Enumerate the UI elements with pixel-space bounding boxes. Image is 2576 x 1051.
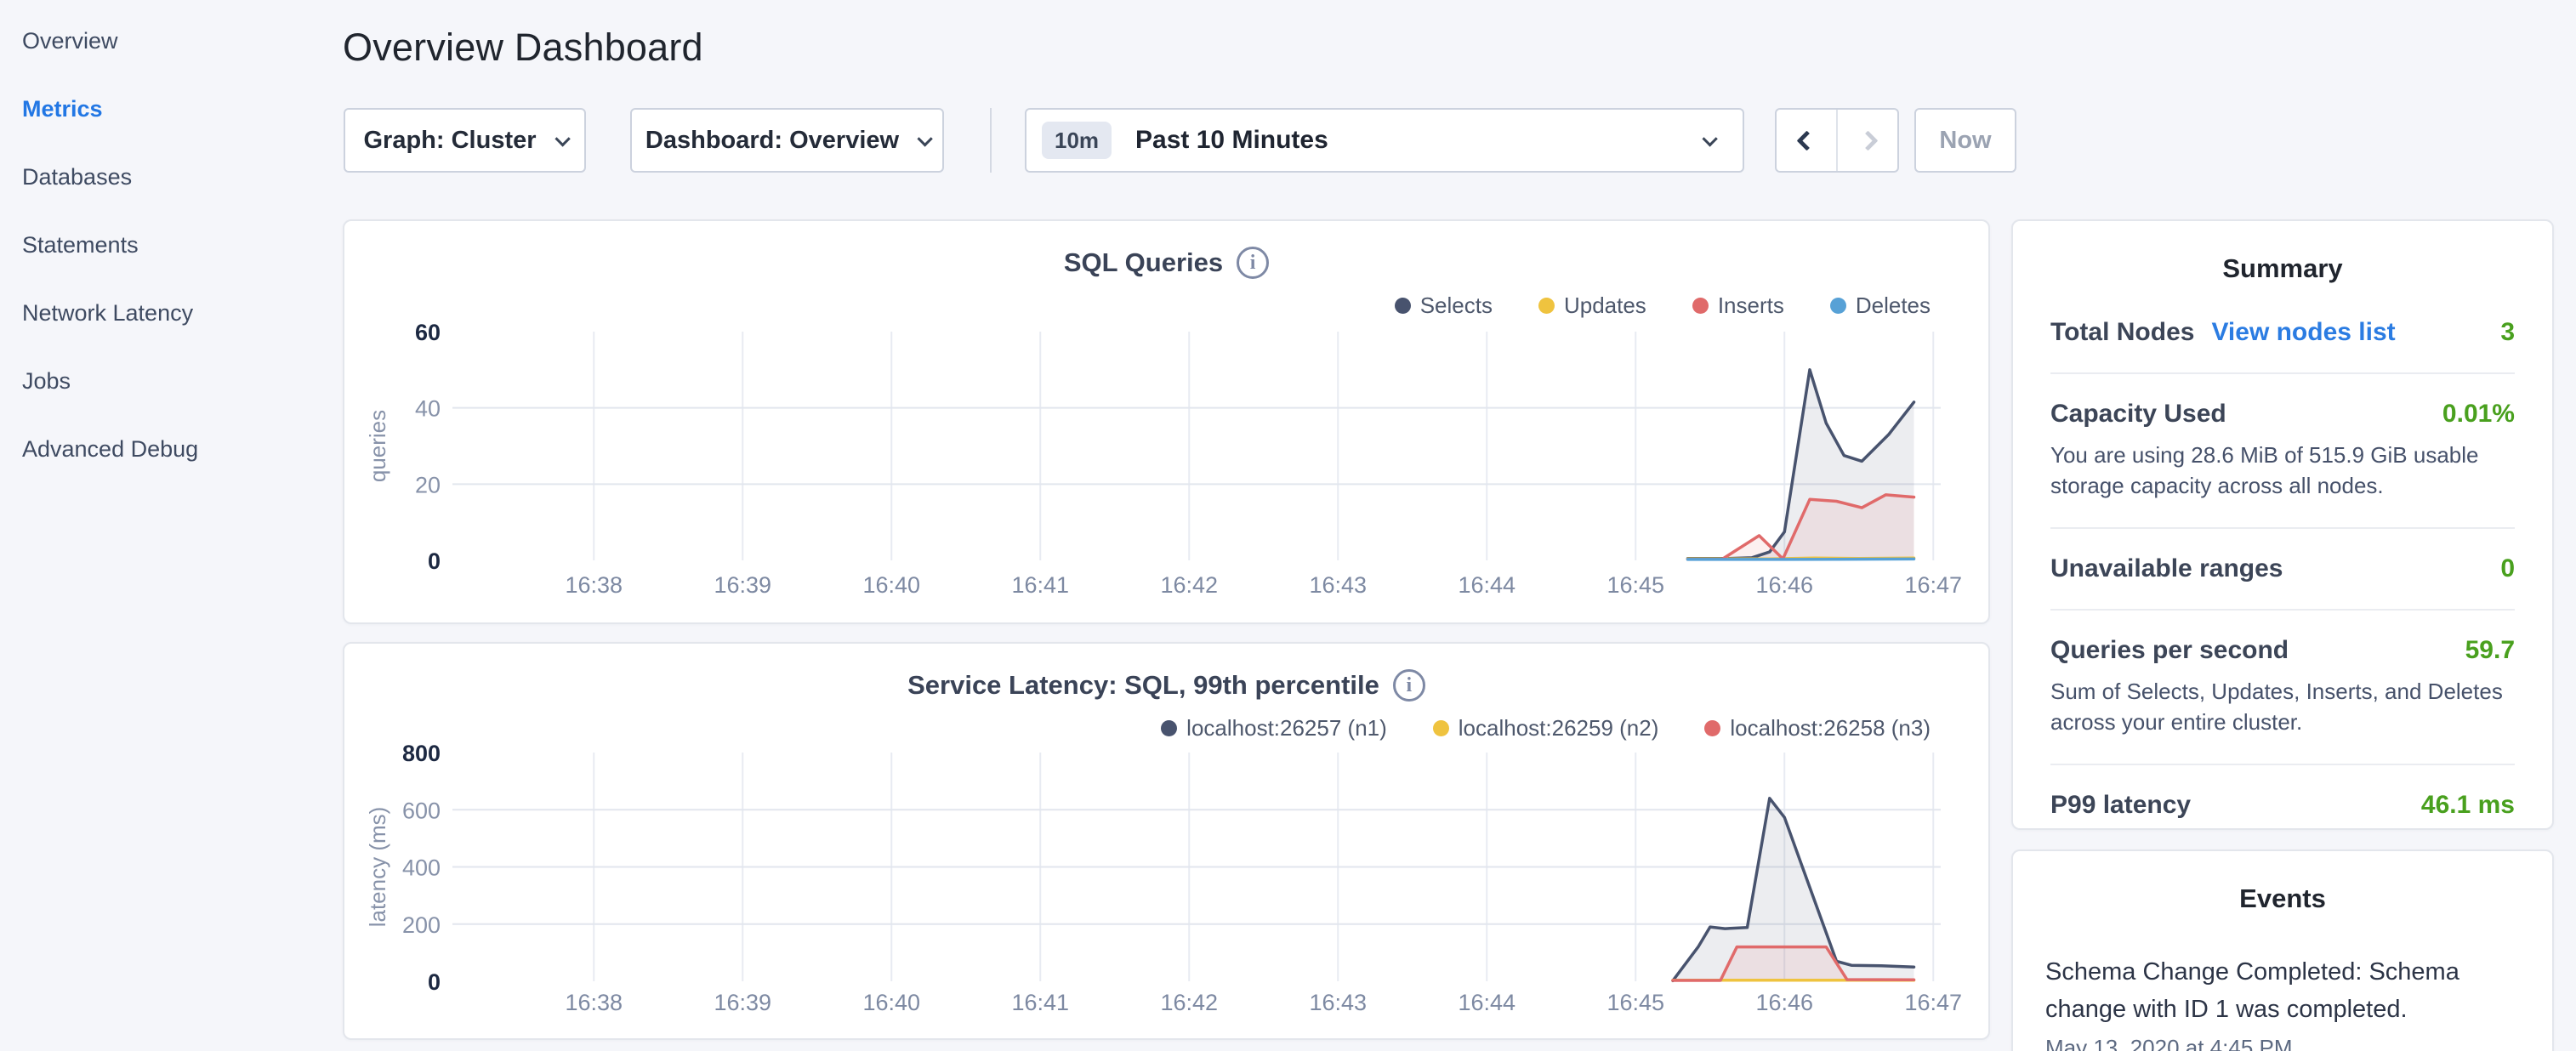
summary-row-queries-per-second: Queries per second 59.7 Sum of Selects, Up…: [2050, 611, 2515, 765]
sidebar: OverviewMetricsDatabasesStatementsNetwor…: [0, 0, 340, 1051]
controls-row: Graph: Cluster Dashboard: Overview 10m P…: [343, 108, 2044, 173]
now-button-label: Now: [1939, 127, 1991, 155]
x-tick-label: 16:43: [1309, 990, 1367, 1015]
y-tick-label: 800: [402, 741, 441, 766]
x-tick-label: 16:42: [1160, 990, 1218, 1015]
sql-queries-chart-plot[interactable]: 0 20 40 60 queries 16:38 16:39 16:40 16:41 16:42 1…: [344, 221, 1988, 622]
x-tick-label: 16:44: [1458, 990, 1515, 1015]
graph-dropdown[interactable]: Graph: Cluster: [344, 108, 586, 173]
summary-panel: Summary Total Nodes View nodes list 3 Capac…: [2011, 219, 2554, 830]
time-range-dropdown[interactable]: 10m Past 10 Minutes: [1025, 108, 1744, 173]
now-button[interactable]: Now: [1914, 108, 2016, 173]
service-latency-chart-plot[interactable]: 0 200 400 600 800 latency (ms) 16:38 16:39 16:40…: [344, 644, 1988, 1038]
dashboard-dropdown-label: Dashboard: Overview: [645, 127, 899, 155]
x-tick-label: 16:44: [1458, 572, 1515, 598]
summary-row-capacity-used: Capacity Used 0.01% You are using 28.6 MiB…: [2050, 374, 2515, 529]
x-tick-label: 16:39: [714, 990, 771, 1015]
y-axis-label: queries: [365, 410, 390, 482]
summary-row-label: Total Nodes: [2050, 318, 2194, 347]
events-panel: Events Schema Change Completed: Schema c…: [2011, 849, 2554, 1051]
x-tick-label: 16:46: [1755, 572, 1813, 598]
sidebar-item-metrics[interactable]: Metrics: [22, 75, 340, 143]
x-tick-label: 16:39: [714, 572, 771, 598]
dashboard-dropdown[interactable]: Dashboard: Overview: [630, 108, 944, 173]
y-axis-label: latency (ms): [365, 807, 390, 928]
graph-dropdown-label: Graph: Cluster: [363, 127, 536, 155]
x-tick-label: 16:46: [1755, 990, 1813, 1015]
summary-row-label: Unavailable ranges: [2050, 554, 2283, 583]
summary-title: Summary: [2050, 253, 2515, 284]
sidebar-item-overview[interactable]: Overview: [22, 7, 340, 75]
summary-row-value: 46.1 ms: [2421, 791, 2515, 820]
x-tick-label: 16:41: [1011, 990, 1069, 1015]
summary-row-description: You are using 28.6 MiB of 515.9 GiB usab…: [2050, 440, 2515, 502]
sidebar-item-network-latency[interactable]: Network Latency: [22, 279, 340, 347]
x-tick-label: 16:41: [1011, 572, 1069, 598]
y-tick-label: 600: [402, 798, 441, 823]
summary-row-value: 3: [2500, 318, 2515, 347]
summary-row-label: Queries per second: [2050, 636, 2289, 665]
y-tick-label: 20: [415, 472, 441, 497]
y-tick-label: 40: [415, 396, 441, 422]
time-step-buttons: [1775, 108, 1899, 173]
x-tick-label: 16:43: [1309, 572, 1367, 598]
sql-queries-chart-card: SQL Queries i SelectsUpdatesInsertsDelet…: [343, 219, 1990, 624]
x-tick-label: 16:42: [1160, 572, 1218, 598]
chevron-down-icon: [1702, 131, 1717, 146]
controls-divider: [990, 108, 992, 173]
x-tick-label: 16:38: [565, 572, 623, 598]
summary-row-label: P99 latency: [2050, 791, 2191, 820]
summary-row-description: Sum of Selects, Updates, Inserts, and De…: [2050, 677, 2515, 738]
event-message: Schema Change Completed: Schema change w…: [2045, 953, 2520, 1028]
x-tick-label: 16:45: [1606, 990, 1664, 1015]
time-step-forward-button[interactable]: [1836, 110, 1897, 171]
summary-row-label: Capacity Used: [2050, 400, 2226, 429]
summary-row-total-nodes: Total Nodes View nodes list 3: [2050, 284, 2515, 374]
summary-row-value: 0: [2500, 554, 2515, 583]
event-item: Schema Change Completed: Schema change w…: [2045, 953, 2520, 1051]
chevron-right-icon: [1857, 130, 1878, 151]
time-step-back-button[interactable]: [1777, 110, 1836, 171]
sidebar-item-jobs[interactable]: Jobs: [22, 347, 340, 415]
view-nodes-list-link[interactable]: View nodes list: [2211, 318, 2395, 347]
time-range-badge: 10m: [1042, 122, 1112, 159]
page-title: Overview Dashboard: [343, 26, 703, 70]
x-tick-label: 16:47: [1904, 572, 1962, 598]
time-range-label: Past 10 Minutes: [1135, 126, 1328, 155]
events-title: Events: [2045, 883, 2520, 914]
y-tick-label: 0: [428, 548, 441, 574]
chevron-down-icon: [918, 131, 933, 146]
summary-row-p99-latency: P99 latency 46.1 ms: [2050, 765, 2515, 845]
x-tick-label: 16:47: [1904, 990, 1962, 1015]
x-tick-label: 16:38: [565, 990, 623, 1015]
x-tick-label: 16:40: [862, 572, 920, 598]
sidebar-item-databases[interactable]: Databases: [22, 143, 340, 211]
summary-row-unavailable-ranges: Unavailable ranges 0: [2050, 529, 2515, 611]
y-tick-label: 0: [428, 969, 441, 995]
y-tick-label: 60: [415, 320, 441, 345]
event-timestamp: May 13, 2020 at 4:45 PM: [2045, 1035, 2520, 1051]
y-tick-label: 200: [402, 912, 441, 938]
sidebar-item-statements[interactable]: Statements: [22, 211, 340, 279]
y-tick-label: 400: [402, 855, 441, 881]
x-tick-label: 16:45: [1606, 572, 1664, 598]
chevron-down-icon: [554, 131, 570, 146]
sidebar-item-advanced-debug[interactable]: Advanced Debug: [22, 415, 340, 483]
summary-row-value: 0.01%: [2442, 400, 2515, 429]
summary-row-value: 59.7: [2465, 636, 2515, 665]
service-latency-chart-card: Service Latency: SQL, 99th percentile i …: [343, 642, 1990, 1040]
chevron-left-icon: [1796, 130, 1817, 151]
x-tick-label: 16:40: [862, 990, 920, 1015]
